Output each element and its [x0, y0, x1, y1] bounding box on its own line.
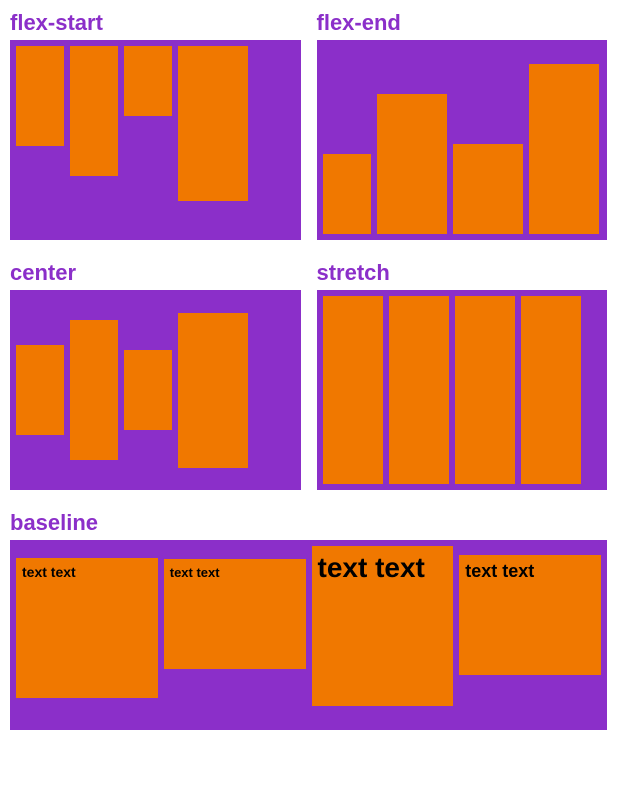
baseline-label: baseline: [10, 510, 607, 536]
baseline-text-4: text text: [465, 561, 595, 582]
row-1: flex-start flex-end: [10, 10, 607, 240]
baseline-text-2: text text: [170, 565, 300, 580]
orange-block: [377, 94, 447, 234]
orange-block: [70, 46, 118, 176]
orange-block: [16, 46, 64, 146]
orange-block: [323, 296, 383, 484]
baseline-text-1: text text: [22, 564, 152, 580]
baseline-item-1: text text: [16, 558, 158, 698]
baseline-box: text text text text text text text text: [10, 540, 607, 730]
center-box: [10, 290, 301, 490]
row-2: center stretch: [10, 260, 607, 490]
stretch-box: [317, 290, 608, 490]
orange-block: [389, 296, 449, 484]
orange-block: [124, 350, 172, 430]
flex-end-box: [317, 40, 608, 240]
orange-block: [323, 154, 371, 234]
baseline-section: baseline text text text text text text t…: [10, 510, 607, 730]
flex-start-box: [10, 40, 301, 240]
orange-block: [453, 144, 523, 234]
flex-end-label: flex-end: [317, 10, 608, 36]
center-label: center: [10, 260, 301, 286]
orange-block: [521, 296, 581, 484]
center-section: center: [10, 260, 301, 490]
orange-block: [178, 313, 248, 468]
flex-start-section: flex-start: [10, 10, 301, 240]
orange-block: [70, 320, 118, 460]
orange-block: [455, 296, 515, 484]
flex-start-label: flex-start: [10, 10, 301, 36]
stretch-label: stretch: [317, 260, 608, 286]
stretch-section: stretch: [317, 260, 608, 490]
orange-block: [178, 46, 248, 201]
flex-end-section: flex-end: [317, 10, 608, 240]
baseline-item-3: text text: [312, 546, 454, 706]
baseline-item-4: text text: [459, 555, 601, 675]
orange-block: [529, 64, 599, 234]
baseline-item-2: text text: [164, 559, 306, 669]
orange-block: [16, 345, 64, 435]
orange-block: [124, 46, 172, 116]
baseline-text-3: text text: [318, 552, 448, 584]
